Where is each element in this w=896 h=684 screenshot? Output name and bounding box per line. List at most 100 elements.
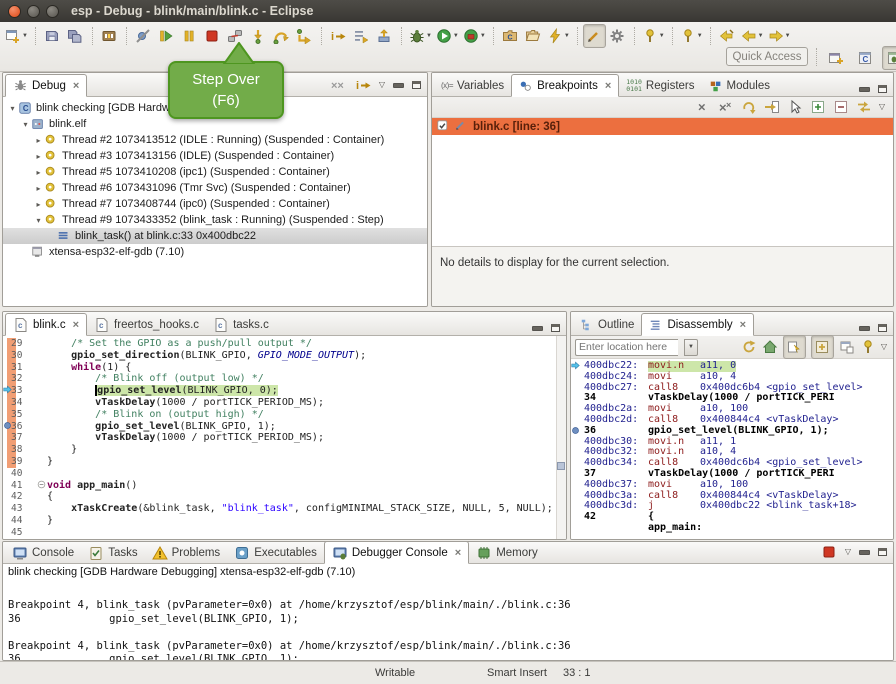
close-button[interactable]: [8, 5, 21, 18]
line-number-gutter[interactable]: 29: [3, 338, 37, 350]
location-input[interactable]: [575, 339, 678, 356]
new-view-button[interactable]: [839, 339, 855, 355]
forward-button[interactable]: ▼: [766, 24, 793, 48]
tree-expander-icon[interactable]: ▸: [33, 168, 44, 177]
tree-expander-icon[interactable]: ▸: [33, 184, 44, 193]
disassembly-line[interactable]: 42{: [571, 512, 893, 523]
maximize-button[interactable]: [878, 548, 887, 556]
quick-access-input[interactable]: Quick Access: [726, 47, 808, 66]
debug-tree-item[interactable]: ▾Thread #9 1073433352 (blink_task : Runn…: [3, 212, 427, 228]
show-breakpoints-for-selected-button[interactable]: [741, 99, 757, 115]
new-c-project-button[interactable]: C: [499, 24, 522, 48]
save-button[interactable]: [41, 24, 64, 48]
remove-breakpoint-button[interactable]: ×: [695, 99, 711, 115]
tab-tasks[interactable]: Tasks: [81, 542, 144, 563]
tab-executables[interactable]: Executables: [227, 542, 324, 563]
link-with-editor-button[interactable]: [787, 99, 803, 115]
dropdown-caret-icon[interactable]: ▼: [697, 33, 703, 39]
line-number-gutter[interactable]: 35: [3, 409, 37, 421]
debug-tree-item[interactable]: ▸Thread #7 1073408744 (ipc0) (Suspended …: [3, 196, 427, 212]
debug-tree-item[interactable]: ▸Thread #6 1073431096 (Tmr Svc) (Suspend…: [3, 180, 427, 196]
minimize-button[interactable]: [859, 550, 870, 555]
editor-line[interactable]: 31 while(1) {: [3, 362, 566, 374]
overview-ruler[interactable]: [556, 336, 566, 539]
pin-view-button[interactable]: [860, 339, 876, 355]
debug-tree-item[interactable]: ▸Thread #2 1073413512 (IDLE : Running) (…: [3, 132, 427, 148]
remove-all-breakpoints-button[interactable]: ××: [718, 99, 734, 115]
resume-button[interactable]: [155, 24, 178, 48]
line-number-gutter[interactable]: 41: [3, 480, 37, 492]
skip-all-breakpoints-button[interactable]: [132, 24, 155, 48]
tab-blink-c[interactable]: cblink.c×: [5, 313, 87, 336]
tab-problems[interactable]: Problems: [145, 542, 228, 563]
breakpoint-row[interactable]: blink.c [line: 36]: [432, 118, 893, 135]
line-number-gutter[interactable]: 36: [3, 421, 37, 433]
editor-line[interactable]: 30 gpio_set_direction(BLINK_GPIO, GPIO_M…: [3, 350, 566, 362]
maximize-button[interactable]: [551, 324, 560, 332]
editor-line[interactable]: 29 /* Set the GPIO as a push/pull output…: [3, 338, 566, 350]
tab-debugger-console[interactable]: Debugger Console×: [324, 541, 469, 564]
dropdown-caret-icon[interactable]: ▼: [453, 33, 459, 39]
overview-annotation[interactable]: [557, 462, 565, 470]
tree-expander-icon[interactable]: ▾: [33, 216, 44, 225]
line-number-gutter[interactable]: 33: [3, 385, 37, 397]
code-editor[interactable]: 29 /* Set the GPIO as a push/pull output…: [3, 336, 566, 539]
line-number-gutter[interactable]: 44: [3, 515, 37, 527]
open-element-button[interactable]: [522, 24, 545, 48]
flash-button[interactable]: ▼: [545, 24, 572, 48]
step-over-button[interactable]: [270, 24, 293, 48]
maximize-button[interactable]: [46, 5, 59, 18]
breakpoints-list-area[interactable]: [432, 135, 893, 246]
tab-breakpoints[interactable]: Breakpoints×: [511, 74, 619, 97]
dropdown-caret-icon[interactable]: ▼: [22, 33, 28, 39]
line-number-gutter[interactable]: 32: [3, 373, 37, 385]
maximize-button[interactable]: [878, 324, 887, 332]
run-button[interactable]: ▼: [434, 24, 461, 48]
editor-line[interactable]: 38 }: [3, 444, 566, 456]
editor-line[interactable]: 36 gpio_set_level(BLINK_GPIO, 1);: [3, 421, 566, 433]
instruction-step-mode-button[interactable]: i: [355, 77, 371, 93]
disassembly-line[interactable]: 400dbc24:movia10, 4: [571, 372, 893, 383]
line-number-gutter[interactable]: 30: [3, 350, 37, 362]
editor-line[interactable]: 43 xTaskCreate(&blink_task, "blink_task"…: [3, 503, 566, 515]
minimize-button[interactable]: [859, 326, 870, 331]
tab-modules[interactable]: Modules: [702, 75, 777, 96]
editor-line[interactable]: 45: [3, 527, 566, 539]
pin-editor-button[interactable]: ▼: [678, 24, 705, 48]
open-perspective-button[interactable]: [824, 46, 847, 70]
folding-gutter[interactable]: [37, 480, 47, 492]
tree-expander-icon[interactable]: ▸: [33, 152, 44, 161]
editor-line[interactable]: 41void app_main(): [3, 480, 566, 492]
tab-variables[interactable]: (x)=Variables: [434, 75, 511, 96]
close-tab-icon[interactable]: ×: [73, 319, 79, 331]
toggle-source-lookup-button[interactable]: [583, 24, 606, 48]
maximize-button[interactable]: [878, 85, 887, 93]
home-button[interactable]: [762, 339, 778, 355]
editor-line[interactable]: 35 /* Blink on (output high) */: [3, 409, 566, 421]
breakpoint-checkbox[interactable]: [437, 120, 450, 133]
debug-tree-item[interactable]: blink_task() at blink.c:33 0x400dbc22: [3, 228, 427, 244]
external-tools-button[interactable]: ▼: [461, 24, 488, 48]
tab-disassembly[interactable]: Disassembly×: [641, 313, 754, 336]
use-step-filters-button[interactable]: [350, 24, 373, 48]
debug-tree-item[interactable]: ▸Thread #5 1073410208 (ipc1) (Suspended …: [3, 164, 427, 180]
line-number-gutter[interactable]: 39: [3, 456, 37, 468]
close-tab-icon[interactable]: ×: [73, 80, 79, 92]
suspend-button[interactable]: [178, 24, 201, 48]
link-with-debug-button[interactable]: [856, 99, 872, 115]
debug-tree-item[interactable]: xtensa-esp32-elf-gdb (7.10): [3, 244, 427, 260]
remove-all-terminated-button[interactable]: ××: [331, 77, 347, 93]
drop-to-frame-button[interactable]: [373, 24, 396, 48]
tab-outline[interactable]: Outline: [573, 314, 641, 335]
tab-tasks-c[interactable]: ctasks.c: [206, 314, 276, 335]
disassembly-line[interactable]: 400dbc3d:j0x400dbc22 <blink_task+18>: [571, 501, 893, 512]
show-source-toggle-button[interactable]: [783, 335, 806, 359]
location-dropdown-icon[interactable]: ▼: [684, 339, 698, 356]
back-button[interactable]: ▼: [739, 24, 766, 48]
pin-console-button[interactable]: ▼: [640, 24, 667, 48]
disassembly-listing[interactable]: 400dbc22:movi.na11, 0400dbc24:movia10, 4…: [571, 359, 893, 539]
build-button[interactable]: [98, 24, 121, 48]
line-number-gutter[interactable]: 45: [3, 527, 37, 539]
sync-with-debug-toggle-button[interactable]: [811, 335, 834, 359]
dropdown-caret-icon[interactable]: ▼: [785, 33, 791, 39]
